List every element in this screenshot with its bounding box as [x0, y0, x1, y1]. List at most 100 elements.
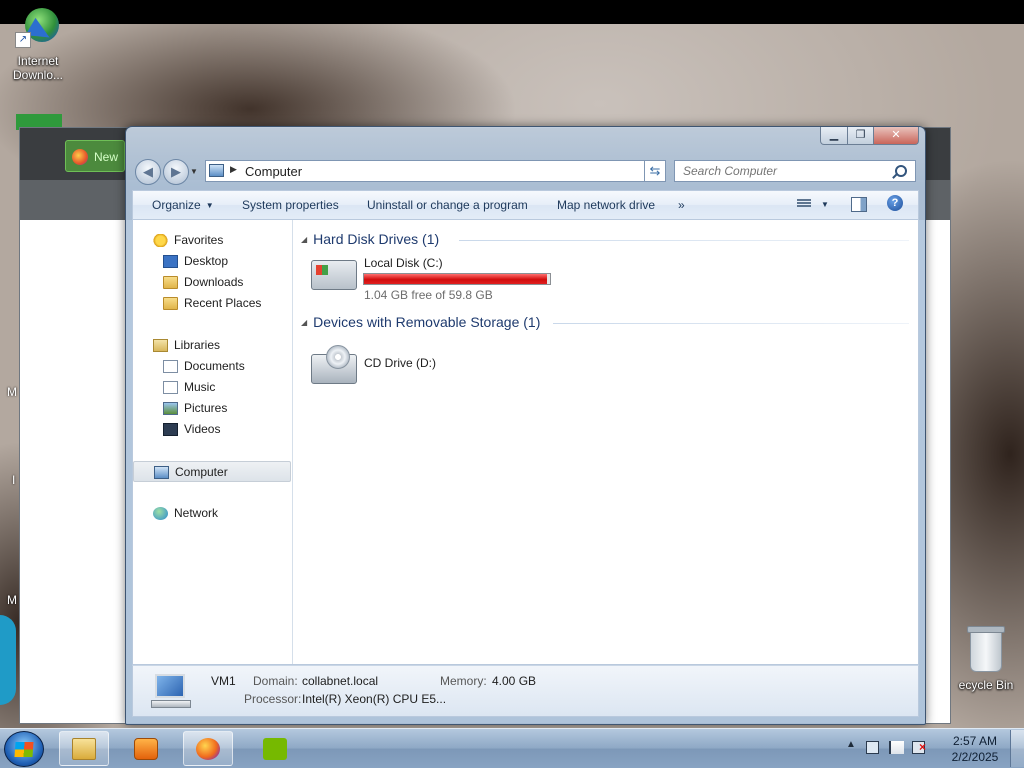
collapse-triangle-icon: ◢ [301, 318, 308, 327]
disk-usage-bar [363, 273, 551, 285]
breadcrumb-separator-icon[interactable]: ▶ [230, 164, 237, 175]
show-desktop-button[interactable] [1010, 730, 1024, 767]
domain-label: Domain: [253, 674, 298, 688]
taskbar-windows-explorer[interactable] [59, 731, 109, 766]
forward-arrow-icon: ▶ [171, 164, 181, 179]
change-view-icon[interactable] [797, 198, 811, 210]
nav-item-favorites[interactable]: Favorites [133, 230, 291, 251]
nav-item-desktop[interactable]: Desktop [133, 251, 291, 272]
refresh-icon: ⇆ [649, 163, 661, 178]
windows-logo-icon [14, 742, 34, 757]
explorer-window[interactable]: ▁ ❐ ✕ ◀ ▶ ▼ ▶ Computer ▼ ⇆ Organize ▼ Sys… [125, 126, 926, 725]
view-options-dropdown-icon[interactable]: ▼ [821, 200, 829, 209]
navigation-bar: ◀ ▶ ▼ ▶ Computer ▼ ⇆ [126, 157, 925, 187]
start-button[interactable] [4, 731, 44, 767]
desktop-icon-internet-download-manager[interactable]: ↗ Internet Downlo... [8, 6, 68, 82]
chevron-down-icon: ▼ [205, 201, 214, 210]
map-network-drive-button[interactable]: Map network drive [557, 198, 655, 212]
more-commands-button[interactable]: » [678, 198, 685, 212]
group-title: Devices with Removable Storage (1) [313, 314, 541, 330]
system-clock[interactable]: 2:57 AM 2/2/2025 [947, 733, 1003, 765]
search-input[interactable] [674, 160, 916, 182]
memory-value: 4.00 GB [492, 674, 537, 688]
nav-item-label: Music [184, 380, 216, 394]
desktop-icon-label: Internet [17, 54, 59, 68]
new-tab-button[interactable]: New [65, 140, 125, 172]
nav-item-label: Favorites [174, 233, 224, 247]
network-icon [153, 507, 168, 520]
nvidia-icon [263, 738, 287, 760]
pictures-icon [163, 402, 178, 415]
disk-usage-fill [364, 274, 547, 284]
nav-item-libraries[interactable]: Libraries [133, 335, 291, 356]
firefox-icon [196, 738, 220, 760]
recycle-bin-icon [967, 626, 1005, 672]
taskbar-firefox[interactable] [183, 731, 233, 766]
volume-muted-icon[interactable] [912, 740, 926, 754]
address-bar[interactable]: ▶ Computer ▼ [205, 160, 666, 182]
search-icon[interactable] [895, 165, 907, 177]
nav-item-computer[interactable]: Computer [133, 461, 291, 482]
computer-name: VM1 [211, 674, 236, 688]
window-caption-buttons: ▁ ❐ ✕ [820, 127, 919, 145]
collapse-triangle-icon: ◢ [301, 235, 308, 244]
nav-item-network[interactable]: Network [133, 503, 291, 524]
close-icon: ✕ [891, 129, 901, 141]
help-icon[interactable]: ? [887, 195, 903, 211]
clock-date: 2/2/2025 [951, 750, 999, 764]
partial-gadget [0, 615, 16, 705]
recent-pages-dropdown-icon[interactable]: ▼ [190, 167, 198, 176]
breadcrumb-computer[interactable]: Computer [245, 164, 302, 179]
close-button[interactable]: ✕ [874, 127, 919, 145]
uninstall-program-button[interactable]: Uninstall or change a program [367, 198, 528, 212]
partial-desktop-label: M [7, 593, 17, 607]
action-center-flag-icon[interactable] [889, 741, 904, 754]
explorer-content: Favorites Desktop Downloads Recent Place… [132, 220, 919, 665]
navigation-pane: Favorites Desktop Downloads Recent Place… [133, 220, 293, 664]
back-button[interactable]: ◀ [135, 159, 161, 185]
system-properties-button[interactable]: System properties [242, 198, 339, 212]
group-header-hard-disk[interactable]: ◢ Hard Disk Drives (1) [301, 231, 439, 247]
taskbar-nvidia[interactable] [250, 731, 300, 766]
drives-view: ◢ Hard Disk Drives (1) Local Disk (C:) 1.… [293, 220, 918, 664]
videos-icon [163, 423, 178, 436]
minimize-icon: ▁ [829, 129, 839, 141]
computer-icon [154, 466, 169, 479]
nav-item-label: Recent Places [184, 296, 262, 310]
forward-button[interactable]: ▶ [163, 159, 189, 185]
refresh-button[interactable]: ⇆ [644, 160, 666, 182]
nav-item-pictures[interactable]: Pictures [133, 398, 291, 419]
computer-large-icon [151, 674, 193, 710]
show-hidden-icons-button[interactable]: ▲ [846, 739, 856, 750]
nav-item-label: Libraries [174, 338, 221, 352]
partial-desktop-label: M [7, 385, 17, 399]
nav-item-recent-places[interactable]: Recent Places [133, 293, 291, 314]
nav-item-label: Computer [175, 465, 228, 479]
preview-pane-icon[interactable] [851, 197, 867, 212]
desktop-icon-label: Downlo... [12, 68, 64, 82]
restore-button[interactable]: ❐ [848, 127, 874, 145]
desktop-folder-icon [163, 255, 178, 268]
new-tab-label: New [94, 150, 119, 164]
computer-icon [209, 164, 224, 177]
star-icon [153, 234, 168, 247]
minimize-button[interactable]: ▁ [820, 127, 848, 145]
taskbar: ▲ 2:57 AM 2/2/2025 [0, 728, 1024, 768]
nav-item-label: Pictures [184, 401, 228, 415]
documents-icon [163, 360, 178, 373]
hard-disk-icon [311, 260, 357, 290]
firefox-icon [72, 149, 88, 165]
organize-label: Organize [152, 198, 201, 212]
command-bar: Organize ▼ System properties Uninstall or… [132, 190, 919, 220]
nav-item-downloads[interactable]: Downloads [133, 272, 291, 293]
taskbar-media-player[interactable] [121, 731, 171, 766]
nav-item-label: Documents [184, 359, 245, 373]
nav-item-music[interactable]: Music [133, 377, 291, 398]
desktop-icon-recycle-bin[interactable]: ecycle Bin [948, 626, 1024, 692]
nav-item-videos[interactable]: Videos [133, 419, 291, 440]
group-divider [459, 240, 909, 241]
organize-button[interactable]: Organize ▼ [152, 198, 214, 212]
group-header-removable-storage[interactable]: ◢ Devices with Removable Storage (1) [301, 314, 540, 330]
network-tray-icon[interactable] [866, 741, 879, 754]
nav-item-documents[interactable]: Documents [133, 356, 291, 377]
